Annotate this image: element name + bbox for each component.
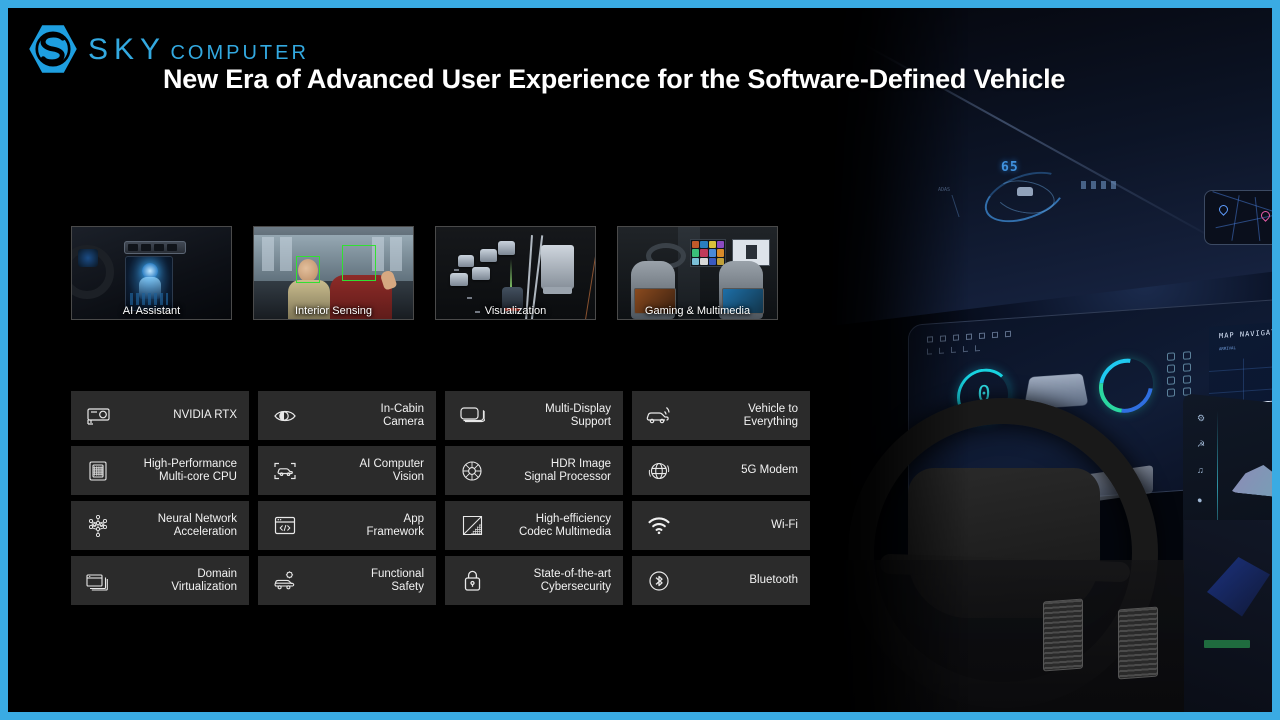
door-panel-label [1204,640,1250,648]
feature-cell-neural-network-acceleration[interactable]: Neural Network Acceleration [71,501,249,550]
feature-label: High-Performance Multi-core CPU [143,457,237,483]
code-window-icon [268,511,302,541]
image-card[interactable]: Interior Sensing [253,226,414,320]
image-card[interactable]: Visualization [435,226,596,320]
feature-label: AI Computer Vision [359,457,424,483]
console-music-icon: ♫ [1197,464,1204,476]
sky-computer-hexagon-s-logo [26,22,80,76]
hud-speed-value: 65 [1001,160,1019,175]
feature-cell-multi-core-cpu[interactable]: High-Performance Multi-core CPU [71,446,249,495]
page-title: New Era of Advanced User Experience for … [163,64,1066,94]
logo-wordmark: SKY COMPUTER [88,33,309,65]
feature-cell-vehicle-to-everything[interactable]: Vehicle to Everything [632,391,810,440]
car-signal-icon [642,401,676,431]
image-card-caption: Gaming & Multimedia [644,305,751,317]
head-up-display: ADAS 65 [938,160,1143,233]
feature-cell-nvidia-rtx[interactable]: NVIDIA RTX [71,391,249,440]
feature-label: Multi-Display Support [545,402,611,428]
stacked-windows-icon [81,566,115,596]
neural-network-icon [81,511,115,541]
image-card-caption: Interior Sensing [294,305,373,317]
presentation-slide: ADAS 65 MAP NAVIGATI [0,0,1280,720]
media-icon-cluster [1167,351,1193,397]
logo-line-computer: COMPUTER [170,42,309,64]
globe-network-icon [642,456,676,486]
accelerator-pedal [1118,606,1158,680]
logo-line-sky: SKY [88,33,167,66]
console-settings-icon: ⚙ [1197,412,1206,424]
feature-cell-bluetooth[interactable]: Bluetooth [632,556,810,605]
feature-cell-ai-computer-vision[interactable]: AI Computer Vision [258,446,436,495]
feature-grid: NVIDIA RTX In-Cabin Camera Multi-Display… [71,391,810,605]
padlock-icon [455,566,489,596]
floating-map-tile [1204,190,1272,245]
feature-label: Bluetooth [749,574,798,586]
feature-label: State-of-the-art Cybersecurity [533,567,611,593]
feature-cell-functional-safety[interactable]: Functional Safety [258,556,436,605]
image-card[interactable]: Gaming & Multimedia [617,226,778,320]
feature-label: In-Cabin Camera [380,402,424,428]
feature-cell-cybersecurity[interactable]: State-of-the-art Cybersecurity [445,556,623,605]
feature-label: HDR Image Signal Processor [524,457,611,483]
feature-cell-domain-virtualization[interactable]: Domain Virtualization [71,556,249,605]
codec-gradient-icon [455,511,489,541]
feature-cell-wifi[interactable]: Wi-Fi [632,501,810,550]
image-card[interactable]: AI Assistant [71,226,232,320]
feature-label: High-efficiency Codec Multimedia [518,512,611,538]
image-card-caption: AI Assistant [122,305,181,317]
slide-header: SKY COMPUTER New Era of Advanced User Ex… [8,8,1272,118]
feature-label: App Framework [366,512,424,538]
image-card-caption: Visualization [484,305,547,317]
feature-cell-codec-multimedia[interactable]: High-efficiency Codec Multimedia [445,501,623,550]
brake-pedal [1043,598,1083,672]
eye-camera-icon [268,401,302,431]
feature-label: Neural Network Acceleration [157,512,237,538]
feature-label: Vehicle to Everything [743,402,798,428]
feature-cell-5g-modem[interactable]: 5G Modem [632,446,810,495]
door-panel [1184,520,1272,712]
hud-status-ticks [1081,181,1116,189]
car-detection-frame-icon [268,456,302,486]
feature-label: Wi-Fi [771,519,798,531]
bluetooth-icon [642,566,676,596]
console-seat-icon: ● [1197,494,1203,506]
stacked-displays-icon [455,401,489,431]
gpu-card-icon [81,401,115,431]
console-visualizer [1231,458,1280,500]
feature-label: Functional Safety [370,567,424,593]
feature-cell-multi-display-support[interactable]: Multi-Display Support [445,391,623,440]
camera-aperture-icon [455,456,489,486]
console-climate-icon: ☭ [1197,438,1206,450]
feature-label: NVIDIA RTX [173,409,237,421]
cpu-chip-icon [81,456,115,486]
car-gear-safety-icon [268,566,302,596]
feature-label: Domain Virtualization [171,567,237,593]
door-panel-graphic [1207,557,1270,617]
map-panel-eta-left: ARRIVAL [1219,345,1236,352]
map-panel-title: MAP NAVIGATION [1219,327,1280,341]
feature-image-card-row: AI Assistant Interior Sensing Visualizat… [71,226,778,320]
battery-gauge [1088,347,1164,424]
feature-cell-in-cabin-camera[interactable]: In-Cabin Camera [258,391,436,440]
feature-cell-app-framework[interactable]: App Framework [258,501,436,550]
hud-car-icon [1017,187,1033,196]
feature-cell-hdr-image-signal-processor[interactable]: HDR Image Signal Processor [445,446,623,495]
feature-label: 5G Modem [741,464,798,476]
wifi-icon [642,511,676,541]
